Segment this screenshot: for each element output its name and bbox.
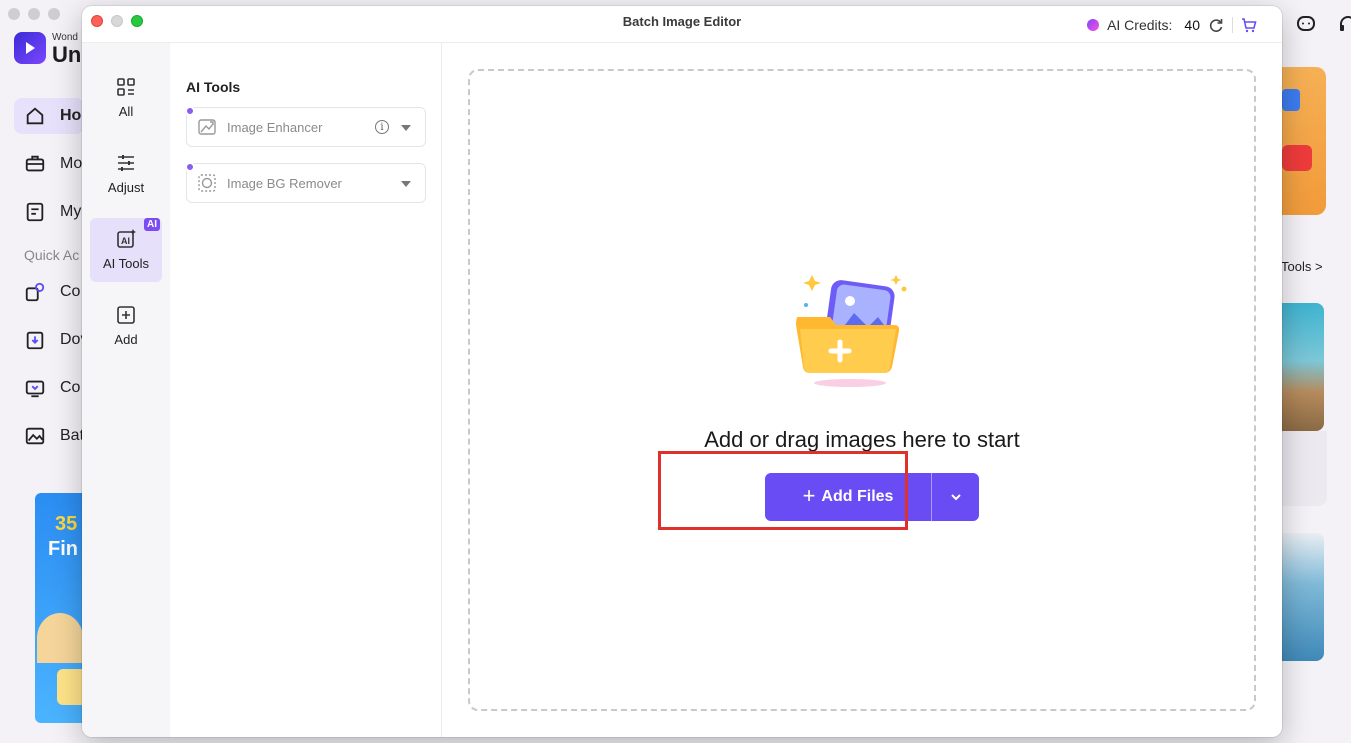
bg-quick-download[interactable]: Dov: [14, 322, 88, 358]
bg-quick-compress[interactable]: Co: [14, 370, 84, 406]
toolbox-icon: [25, 155, 45, 172]
bg-top-right-icons: [1296, 14, 1351, 34]
enhance-icon: [198, 119, 216, 135]
panel-title: AI Tools: [186, 79, 241, 95]
youtube-icon: [1282, 145, 1312, 171]
ai-dot-icon: [185, 106, 195, 116]
promo-line1: 35: [55, 513, 78, 535]
bg-promo-banner[interactable]: 35 Fin: [35, 493, 83, 723]
credits-label: AI Credits:: [1107, 17, 1173, 33]
rail-item-label: Add: [114, 332, 138, 347]
bg-nav-toolbox[interactable]: Mo: [14, 146, 84, 182]
tool-label: Image Enhancer: [227, 119, 323, 135]
chat-icon[interactable]: [1296, 14, 1316, 34]
category-rail: All Adjust AI AI AI Tools Add: [82, 43, 170, 737]
bg-nav-home[interactable]: Ho: [14, 98, 84, 134]
convert-icon: [25, 282, 45, 302]
credits-gem-icon: [1087, 19, 1100, 31]
file-icon: [26, 202, 44, 222]
tool-image-bg-remover[interactable]: Image BG Remover: [185, 162, 426, 203]
rail-item-adjust[interactable]: Adjust: [90, 142, 162, 206]
bg-tools-link[interactable]: Tools >: [1281, 259, 1323, 274]
cart-icon[interactable]: [1241, 17, 1257, 33]
bg-thumbnail-landscape[interactable]: [1282, 303, 1324, 431]
rail-item-label: All: [118, 104, 134, 119]
compress-icon: [25, 380, 45, 398]
bg-window-controls: [8, 8, 60, 20]
bg-quick-access-label: Quick Ac: [24, 247, 80, 263]
annotation-highlight-box: [658, 451, 908, 530]
rail-item-ai-tools[interactable]: AI AI AI Tools: [90, 218, 162, 282]
rail-item-label: AI Tools: [102, 256, 149, 271]
chevron-down-icon[interactable]: [401, 125, 411, 131]
sliders-icon: [118, 155, 134, 171]
svg-text:AI: AI: [121, 236, 130, 246]
ai-credits: AI Credits: 40: [1087, 17, 1257, 33]
tools-panel: AI Tools Image Enhancer i Image BG Remov…: [170, 43, 442, 737]
bg-quick-batch[interactable]: Bat: [14, 418, 84, 454]
bg-remove-icon: [198, 174, 216, 192]
credits-divider: [1232, 17, 1233, 33]
rail-item-add[interactable]: Add: [90, 294, 162, 358]
card-decoration: [1282, 89, 1300, 111]
tool-label: Image BG Remover: [227, 175, 342, 191]
bg-quick-convert[interactable]: Co: [14, 274, 84, 310]
headset-icon[interactable]: [1338, 14, 1351, 34]
home-icon: [26, 107, 44, 125]
refresh-icon[interactable]: [1208, 17, 1224, 33]
grid-icon: [117, 78, 135, 96]
promo-island-illustration: [37, 613, 83, 663]
ai-icon: AI: [117, 229, 136, 248]
bg-thumbnail-ocean[interactable]: [1282, 533, 1324, 661]
title-bar: Batch Image Editor AI Credits: 40: [82, 6, 1282, 43]
bg-nav-label: Co: [60, 283, 81, 300]
rail-item-label: Adjust: [107, 180, 145, 195]
folder-image-illustration: [796, 275, 907, 387]
info-icon[interactable]: i: [375, 120, 389, 134]
bg-nav-label: My: [60, 203, 82, 220]
drop-zone-instructions: Add or drag images here to start: [704, 427, 1020, 452]
plus-square-icon: [117, 306, 135, 324]
app-logo-icon: [14, 32, 46, 64]
bg-nav-label: Bat: [60, 427, 85, 444]
batch-image-editor-window: Batch Image Editor AI Credits: 40 All Ad…: [82, 6, 1282, 737]
bg-nav-label: Co: [60, 379, 81, 396]
image-icon: [25, 427, 45, 445]
promo-button[interactable]: [57, 669, 83, 705]
ai-dot-icon: [185, 162, 195, 172]
download-icon: [26, 331, 44, 350]
bg-thumbnail-caption: [1282, 431, 1327, 506]
rail-item-all[interactable]: All: [90, 66, 162, 130]
bg-feature-card[interactable]: [1282, 67, 1326, 215]
add-files-dropdown-button[interactable]: [932, 473, 979, 521]
bg-nav-label: Ho: [60, 107, 82, 124]
chevron-down-icon[interactable]: [401, 181, 411, 187]
chevron-down-icon: [950, 494, 961, 501]
bg-nav-label: Mo: [60, 155, 83, 172]
ai-badge: AI: [144, 218, 160, 231]
bg-sidebar-nav: Ho Mo My: [14, 98, 84, 242]
bg-quick-nav: Co Dov Co Bat: [14, 274, 88, 466]
image-drop-zone[interactable]: Add or drag images here to start + Add F…: [468, 69, 1256, 711]
credits-value: 40: [1184, 17, 1200, 33]
promo-line2: Fin: [48, 538, 78, 560]
tool-image-enhancer[interactable]: Image Enhancer i: [185, 106, 426, 147]
bg-nav-files[interactable]: My: [14, 194, 84, 230]
